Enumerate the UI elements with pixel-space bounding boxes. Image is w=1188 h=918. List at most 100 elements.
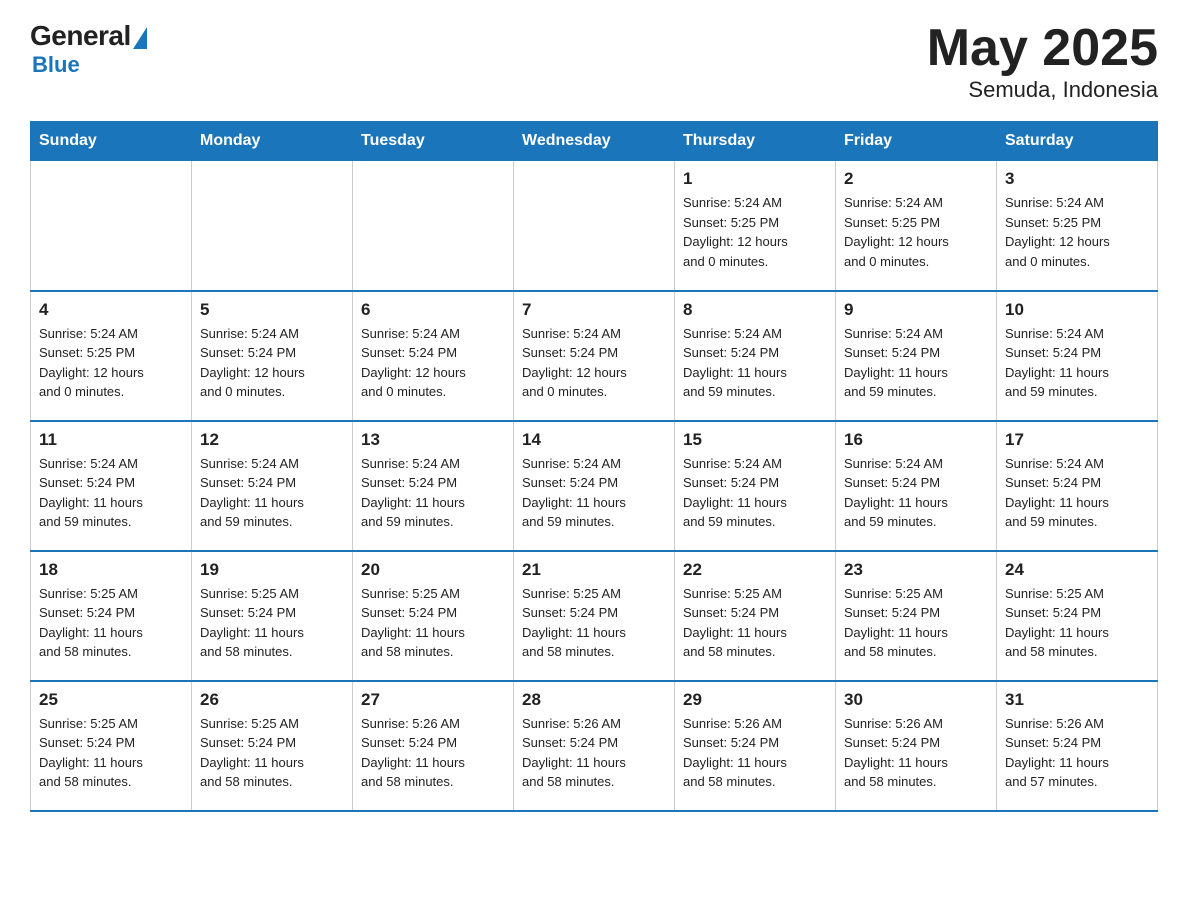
calendar-day-cell: 28 Sunrise: 5:26 AMSunset: 5:24 PMDayligh… [514, 681, 675, 811]
day-number: 26 [200, 690, 344, 710]
calendar-day-cell: 9 Sunrise: 5:24 AMSunset: 5:24 PMDaylight… [836, 291, 997, 421]
day-number: 30 [844, 690, 988, 710]
day-info: Sunrise: 5:25 AMSunset: 5:24 PMDaylight:… [522, 584, 666, 662]
calendar-day-cell [31, 161, 192, 291]
day-number: 12 [200, 430, 344, 450]
day-info: Sunrise: 5:24 AMSunset: 5:24 PMDaylight:… [844, 454, 988, 532]
days-of-week-row: Sunday Monday Tuesday Wednesday Thursday… [31, 122, 1158, 161]
calendar-title: May 2025 [927, 20, 1158, 77]
calendar-week-row: 18 Sunrise: 5:25 AMSunset: 5:24 PMDayligh… [31, 551, 1158, 681]
day-info: Sunrise: 5:25 AMSunset: 5:24 PMDaylight:… [39, 584, 183, 662]
day-info: Sunrise: 5:24 AMSunset: 5:25 PMDaylight:… [39, 324, 183, 402]
day-number: 21 [522, 560, 666, 580]
calendar-day-cell: 23Sunrise: 5:25 AMSunset: 5:24 PMDayligh… [836, 551, 997, 681]
day-number: 4 [39, 300, 183, 320]
col-monday: Monday [192, 122, 353, 161]
day-number: 11 [39, 430, 183, 450]
day-number: 6 [361, 300, 505, 320]
day-info: Sunrise: 5:25 AMSunset: 5:24 PMDaylight:… [361, 584, 505, 662]
calendar-day-cell: 19 Sunrise: 5:25 AMSunset: 5:24 PMDayligh… [192, 551, 353, 681]
calendar-week-row: 4 Sunrise: 5:24 AMSunset: 5:25 PMDaylight… [31, 291, 1158, 421]
col-wednesday: Wednesday [514, 122, 675, 161]
calendar-day-cell: 20 Sunrise: 5:25 AMSunset: 5:24 PMDayligh… [353, 551, 514, 681]
calendar-day-cell: 10 Sunrise: 5:24 AMSunset: 5:24 PMDayligh… [997, 291, 1158, 421]
day-info: Sunrise: 5:26 AMSunset: 5:24 PMDaylight:… [361, 714, 505, 792]
calendar-day-cell [192, 161, 353, 291]
col-saturday: Saturday [997, 122, 1158, 161]
day-number: 2 [844, 169, 988, 189]
day-number: 17 [1005, 430, 1149, 450]
day-number: 16 [844, 430, 988, 450]
calendar-day-cell: 30 Sunrise: 5:26 AMSunset: 5:24 PMDayligh… [836, 681, 997, 811]
day-number: 20 [361, 560, 505, 580]
day-number: 13 [361, 430, 505, 450]
calendar-day-cell: 11 Sunrise: 5:24 AMSunset: 5:24 PMDayligh… [31, 421, 192, 551]
day-info: Sunrise: 5:24 AMSunset: 5:24 PMDaylight:… [39, 454, 183, 532]
logo-triangle-icon [133, 27, 147, 49]
day-info: Sunrise: 5:24 AMSunset: 5:25 PMDaylight:… [844, 193, 988, 271]
col-thursday: Thursday [675, 122, 836, 161]
calendar-day-cell: 16 Sunrise: 5:24 AMSunset: 5:24 PMDayligh… [836, 421, 997, 551]
calendar-day-cell: 4 Sunrise: 5:24 AMSunset: 5:25 PMDaylight… [31, 291, 192, 421]
day-info: Sunrise: 5:24 AMSunset: 5:24 PMDaylight:… [683, 454, 827, 532]
calendar-day-cell: 26 Sunrise: 5:25 AMSunset: 5:24 PMDayligh… [192, 681, 353, 811]
day-info: Sunrise: 5:26 AMSunset: 5:24 PMDaylight:… [844, 714, 988, 792]
calendar-subtitle: Semuda, Indonesia [927, 77, 1158, 103]
calendar-day-cell: 18 Sunrise: 5:25 AMSunset: 5:24 PMDayligh… [31, 551, 192, 681]
day-number: 19 [200, 560, 344, 580]
day-number: 7 [522, 300, 666, 320]
day-number: 8 [683, 300, 827, 320]
day-number: 28 [522, 690, 666, 710]
day-number: 14 [522, 430, 666, 450]
calendar-table: Sunday Monday Tuesday Wednesday Thursday… [30, 121, 1158, 812]
calendar-day-cell: 5 Sunrise: 5:24 AMSunset: 5:24 PMDaylight… [192, 291, 353, 421]
day-number: 5 [200, 300, 344, 320]
day-info: Sunrise: 5:26 AMSunset: 5:24 PMDaylight:… [683, 714, 827, 792]
day-info: Sunrise: 5:25 AMSunset: 5:24 PMDaylight:… [39, 714, 183, 792]
day-number: 24 [1005, 560, 1149, 580]
day-info: Sunrise: 5:26 AMSunset: 5:24 PMDaylight:… [522, 714, 666, 792]
day-info: Sunrise: 5:25 AMSunset: 5:24 PMDaylight:… [200, 714, 344, 792]
day-info: Sunrise: 5:24 AMSunset: 5:24 PMDaylight:… [844, 324, 988, 402]
calendar-day-cell: 12 Sunrise: 5:24 AMSunset: 5:24 PMDayligh… [192, 421, 353, 551]
logo: General Blue [30, 20, 147, 78]
calendar-week-row: 25Sunrise: 5:25 AMSunset: 5:24 PMDayligh… [31, 681, 1158, 811]
col-friday: Friday [836, 122, 997, 161]
day-info: Sunrise: 5:25 AMSunset: 5:24 PMDaylight:… [1005, 584, 1149, 662]
page-header: General Blue May 2025 Semuda, Indonesia [30, 20, 1158, 103]
day-number: 9 [844, 300, 988, 320]
day-info: Sunrise: 5:24 AMSunset: 5:24 PMDaylight:… [200, 324, 344, 402]
calendar-header: Sunday Monday Tuesday Wednesday Thursday… [31, 122, 1158, 161]
logo-blue-text: Blue [32, 52, 80, 78]
calendar-day-cell: 3Sunrise: 5:24 AMSunset: 5:25 PMDaylight… [997, 161, 1158, 291]
calendar-day-cell: 29 Sunrise: 5:26 AMSunset: 5:24 PMDayligh… [675, 681, 836, 811]
day-number: 1 [683, 169, 827, 189]
day-number: 15 [683, 430, 827, 450]
col-tuesday: Tuesday [353, 122, 514, 161]
calendar-week-row: 11 Sunrise: 5:24 AMSunset: 5:24 PMDayligh… [31, 421, 1158, 551]
calendar-day-cell: 24 Sunrise: 5:25 AMSunset: 5:24 PMDayligh… [997, 551, 1158, 681]
calendar-day-cell: 2 Sunrise: 5:24 AMSunset: 5:25 PMDaylight… [836, 161, 997, 291]
calendar-day-cell: 8Sunrise: 5:24 AMSunset: 5:24 PMDaylight… [675, 291, 836, 421]
calendar-day-cell: 15 Sunrise: 5:24 AMSunset: 5:24 PMDayligh… [675, 421, 836, 551]
day-info: Sunrise: 5:25 AMSunset: 5:24 PMDaylight:… [844, 584, 988, 662]
calendar-day-cell [514, 161, 675, 291]
day-info: Sunrise: 5:24 AMSunset: 5:24 PMDaylight:… [200, 454, 344, 532]
day-number: 27 [361, 690, 505, 710]
logo-general-text: General [30, 20, 131, 52]
day-info: Sunrise: 5:24 AMSunset: 5:24 PMDaylight:… [1005, 454, 1149, 532]
calendar-day-cell: 7 Sunrise: 5:24 AMSunset: 5:24 PMDaylight… [514, 291, 675, 421]
day-info: Sunrise: 5:25 AMSunset: 5:24 PMDaylight:… [200, 584, 344, 662]
calendar-day-cell: 17 Sunrise: 5:24 AMSunset: 5:24 PMDayligh… [997, 421, 1158, 551]
calendar-day-cell: 14Sunrise: 5:24 AMSunset: 5:24 PMDayligh… [514, 421, 675, 551]
calendar-day-cell: 22Sunrise: 5:25 AMSunset: 5:24 PMDayligh… [675, 551, 836, 681]
day-number: 18 [39, 560, 183, 580]
calendar-day-cell: 13Sunrise: 5:24 AMSunset: 5:24 PMDayligh… [353, 421, 514, 551]
calendar-week-row: 1 Sunrise: 5:24 AMSunset: 5:25 PMDaylight… [31, 161, 1158, 291]
day-number: 10 [1005, 300, 1149, 320]
day-info: Sunrise: 5:26 AMSunset: 5:24 PMDaylight:… [1005, 714, 1149, 792]
day-info: Sunrise: 5:24 AMSunset: 5:24 PMDaylight:… [522, 324, 666, 402]
day-info: Sunrise: 5:24 AMSunset: 5:24 PMDaylight:… [1005, 324, 1149, 402]
calendar-day-cell: 6Sunrise: 5:24 AMSunset: 5:24 PMDaylight… [353, 291, 514, 421]
day-number: 29 [683, 690, 827, 710]
